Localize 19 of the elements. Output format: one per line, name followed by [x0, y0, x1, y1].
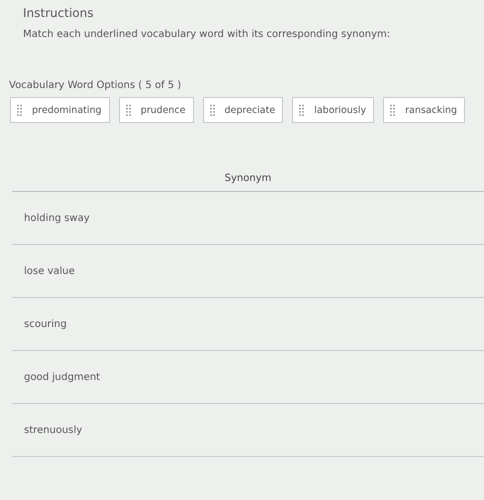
synonym-cell: strenuously	[24, 424, 82, 436]
synonym-cell: holding sway	[24, 212, 90, 224]
word-chip[interactable]: predominating	[10, 97, 110, 123]
column-header: Synonym	[12, 173, 484, 192]
word-chip[interactable]: prudence	[118, 97, 194, 123]
drag-handle-icon	[390, 104, 396, 116]
word-chip[interactable]: laboriously	[292, 97, 374, 123]
synonym-cell: scouring	[24, 318, 67, 330]
instructions-text: Match each underlined vocabulary word with its corresponding synonym:	[23, 29, 392, 40]
word-chip[interactable]: ransacking	[383, 97, 466, 123]
synonym-cell: lose value	[24, 266, 75, 276]
drag-handle-icon	[210, 104, 214, 116]
drag-handle-icon	[17, 104, 22, 116]
drag-handle-icon	[126, 104, 131, 116]
options-label: Vocabulary Word Options ( 5 of 5 )	[9, 80, 182, 91]
word-chip[interactable]: depreciate	[202, 97, 284, 123]
synonym-cell: good judgment	[24, 372, 100, 382]
instructions-heading: Instructions	[23, 6, 94, 20]
drag-handle-icon	[299, 104, 304, 116]
